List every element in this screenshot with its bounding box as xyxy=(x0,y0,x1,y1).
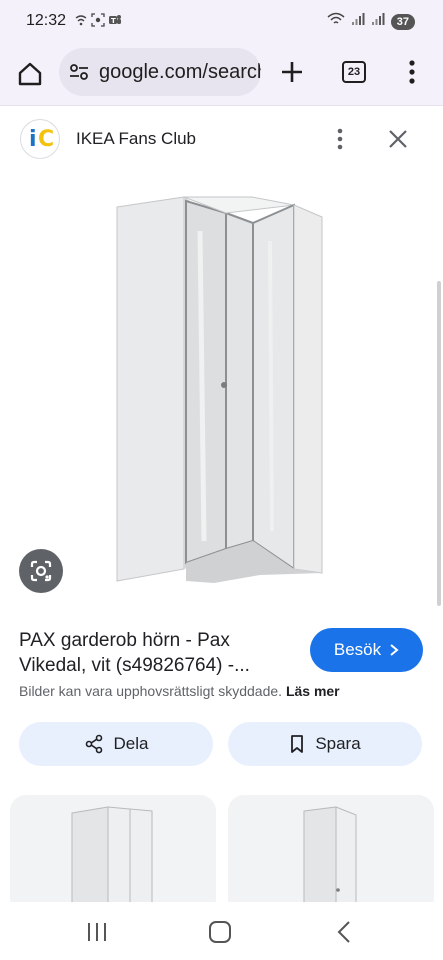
svg-text:T: T xyxy=(111,17,116,25)
tune-icon[interactable] xyxy=(69,62,89,82)
share-label: Dela xyxy=(113,734,149,753)
product-image-wardrobe xyxy=(116,196,323,583)
share-button[interactable]: Dela xyxy=(19,722,213,766)
logo-letter-i: i xyxy=(29,127,37,152)
source-logo[interactable]: i C xyxy=(20,119,60,159)
copyright-text: Bilder kan vara upphovsrättsligt skyddad… xyxy=(19,683,283,699)
home-nav-icon[interactable] xyxy=(209,921,231,943)
new-tab-icon[interactable] xyxy=(278,58,306,86)
browser-toolbar: google.com/search 23 xyxy=(0,44,443,106)
status-time: 12:32 xyxy=(26,12,67,29)
status-system-icons: 37 xyxy=(327,12,415,31)
battery-badge: 37 xyxy=(390,13,415,30)
save-label: Spara xyxy=(315,734,361,753)
chevron-right-icon xyxy=(390,644,399,656)
status-notification-icons: T xyxy=(74,13,122,27)
result-title[interactable]: PAX garderob hörn - Pax Vikedal, vit (s4… xyxy=(19,628,304,678)
tabs-button[interactable]: 23 xyxy=(342,61,366,83)
home-icon[interactable] xyxy=(16,60,44,88)
status-bar: 12:32 T 37 xyxy=(0,0,443,44)
signal-icon xyxy=(351,12,365,31)
product-image-viewer[interactable] xyxy=(0,171,443,611)
visit-button[interactable]: Besök xyxy=(310,628,423,672)
related-image-card[interactable] xyxy=(10,795,216,915)
close-icon[interactable] xyxy=(386,127,410,151)
more-vert-icon[interactable] xyxy=(402,58,422,86)
scrollbar[interactable] xyxy=(437,281,441,606)
result-title-line2: Vikedal, vit (s49826764) -... xyxy=(19,655,250,676)
visit-label: Besök xyxy=(333,640,382,659)
share-icon xyxy=(85,734,102,754)
recents-icon[interactable] xyxy=(84,922,110,942)
bookmark-icon xyxy=(291,735,304,753)
related-image-card[interactable] xyxy=(228,795,434,915)
source-more-icon[interactable] xyxy=(330,125,350,153)
back-icon[interactable] xyxy=(336,920,352,944)
related-wardrobe-image xyxy=(303,806,357,915)
lens-icon xyxy=(30,560,52,582)
copyright-notice: Bilder kan vara upphovsrättsligt skyddad… xyxy=(19,683,340,699)
save-button[interactable]: Spara xyxy=(228,722,422,766)
related-wardrobe-image xyxy=(71,806,153,915)
url-text: google.com/search xyxy=(99,61,261,83)
result-title-line1: PAX garderob hörn - Pax xyxy=(19,630,230,651)
teams-icon: T xyxy=(108,13,122,27)
screen-record-icon xyxy=(91,13,105,27)
learn-more-link[interactable]: Läs mer xyxy=(286,683,340,699)
image-source-header: i C IKEA Fans Club xyxy=(0,107,443,171)
source-name[interactable]: IKEA Fans Club xyxy=(76,129,196,149)
wifi-icon xyxy=(327,12,345,31)
url-bar[interactable]: google.com/search xyxy=(59,48,261,96)
wifi-calling-icon xyxy=(74,13,88,27)
signal-icon-2 xyxy=(371,12,385,31)
system-nav-bar xyxy=(0,902,443,960)
logo-letter-c: C xyxy=(38,127,55,152)
google-lens-button[interactable] xyxy=(19,549,63,593)
